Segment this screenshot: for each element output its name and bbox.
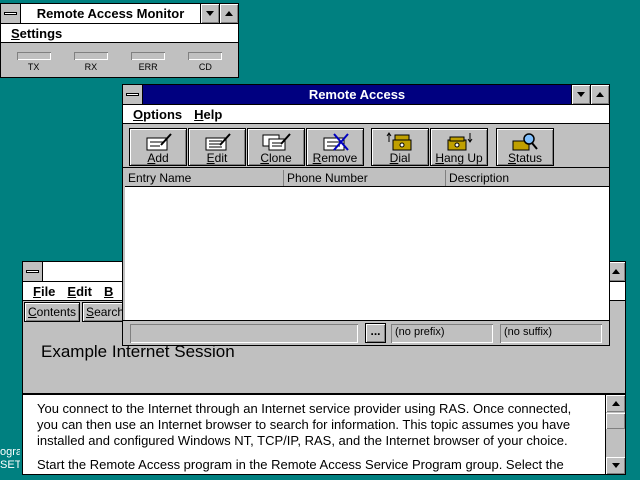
remote-access-monitor-window: Remote Access Monitor Settings TX RX ERR… — [0, 3, 239, 78]
hang-up-phone-icon — [447, 133, 473, 151]
ra-minimize-button[interactable] — [571, 85, 590, 104]
ra-system-menu-button[interactable] — [123, 85, 143, 104]
system-menu-icon — [26, 270, 39, 273]
status-button-label: Status — [507, 151, 543, 165]
indicator-rx: RX — [66, 48, 116, 76]
menu-bookmark[interactable]: B — [98, 284, 119, 299]
ra-status-bar: ... (no prefix) (no suffix) — [123, 320, 609, 345]
menu-help[interactable]: Help — [188, 107, 228, 122]
maximize-arrow-icon — [612, 269, 620, 274]
monitor-maximize-button[interactable] — [219, 4, 238, 23]
contents-button[interactable]: Contents — [24, 302, 81, 322]
dial-phone-icon — [386, 132, 412, 151]
suffix-field: (no suffix) — [500, 324, 602, 343]
err-light — [131, 52, 166, 60]
program-manager-fragment-line2: SET — [0, 459, 20, 471]
system-menu-icon — [126, 93, 139, 96]
maximize-arrow-icon — [225, 11, 233, 16]
monitor-window-title: Remote Access Monitor — [36, 6, 185, 21]
add-button[interactable]: Add — [129, 128, 187, 166]
column-phone-number[interactable]: Phone Number — [284, 170, 446, 186]
ra-toolbar: Add Edit Clone Remove Dial Hang Up Statu… — [123, 125, 609, 168]
edit-entry-icon — [205, 133, 231, 151]
scroll-up-icon — [611, 401, 620, 406]
clone-button-label: Clone — [260, 151, 292, 165]
help-button-bar: Contents Search — [24, 302, 130, 324]
status-phone-field — [130, 324, 358, 343]
monitor-menu-bar: Settings — [1, 24, 238, 43]
monitor-system-menu-button[interactable] — [1, 4, 21, 23]
add-entry-icon — [146, 133, 172, 151]
system-menu-icon — [4, 12, 17, 15]
status-button[interactable]: Status — [496, 128, 554, 166]
indicator-label: ERR — [138, 62, 158, 72]
column-description[interactable]: Description — [446, 170, 609, 186]
help-paragraph: You connect to the Internet through an I… — [37, 401, 572, 448]
clone-button[interactable]: Clone — [247, 128, 305, 166]
edit-button[interactable]: Edit — [188, 128, 246, 166]
scroll-thumb[interactable] — [606, 413, 625, 429]
maximize-arrow-icon — [596, 92, 604, 97]
indicator-label: TX — [27, 62, 40, 72]
status-magnifier-icon — [512, 133, 538, 151]
clone-entry-icon — [262, 133, 291, 151]
phonebook-entry-list[interactable] — [125, 187, 609, 321]
menu-file[interactable]: File — [27, 284, 61, 299]
tx-light — [16, 52, 51, 60]
ra-window-title: Remote Access — [308, 87, 406, 102]
indicator-label: RX — [84, 62, 98, 72]
add-button-label: Add — [147, 151, 169, 165]
dial-button[interactable]: Dial — [371, 128, 429, 166]
menu-settings[interactable]: Settings — [5, 26, 68, 41]
remove-button-label: Remove — [312, 151, 358, 165]
prefix-suffix-browse-button[interactable]: ... — [365, 323, 386, 343]
scroll-down-icon — [611, 463, 620, 468]
rx-light — [73, 52, 108, 60]
scroll-down-button[interactable] — [606, 457, 625, 474]
hang-up-button[interactable]: Hang Up — [430, 128, 488, 166]
ra-menu-bar: Options Help — [123, 105, 609, 124]
phonebook-column-headers: Entry Name Phone Number Description — [125, 170, 609, 187]
help-vertical-scrollbar[interactable] — [605, 395, 625, 474]
scroll-up-button[interactable] — [606, 395, 625, 412]
monitor-title-bar[interactable]: Remote Access Monitor — [1, 4, 238, 24]
hang-up-button-label: Hang Up — [435, 151, 483, 165]
menu-options[interactable]: Options — [127, 107, 188, 122]
monitor-indicator-panel: TX RX ERR CD — [5, 48, 234, 76]
edit-button-label: Edit — [206, 151, 228, 165]
minimize-arrow-icon — [206, 11, 214, 16]
indicator-label: CD — [198, 62, 212, 72]
remove-button[interactable]: Remove — [306, 128, 364, 166]
program-manager-fragment-line1: ogra — [0, 446, 20, 458]
indicator-cd: CD — [180, 48, 230, 76]
remove-entry-icon — [323, 133, 349, 151]
indicator-err: ERR — [123, 48, 173, 76]
menu-edit[interactable]: Edit — [61, 284, 98, 299]
cd-light — [188, 52, 223, 60]
column-entry-name[interactable]: Entry Name — [125, 170, 284, 186]
ra-maximize-button[interactable] — [590, 85, 609, 104]
monitor-minimize-button[interactable] — [200, 4, 219, 23]
ra-title-bar[interactable]: Remote Access — [123, 85, 609, 105]
indicator-tx: TX — [9, 48, 59, 76]
remote-access-window: Remote Access Options Help Add Edit Clon… — [122, 84, 610, 346]
help-system-menu-button[interactable] — [23, 262, 43, 281]
minimize-arrow-icon — [577, 92, 585, 97]
prefix-field: (no prefix) — [391, 324, 493, 343]
help-paragraph: Start the Remote Access program in the R… — [37, 457, 564, 472]
help-topic-body: You connect to the Internet through an I… — [23, 395, 605, 474]
dial-button-label: Dial — [389, 151, 411, 165]
